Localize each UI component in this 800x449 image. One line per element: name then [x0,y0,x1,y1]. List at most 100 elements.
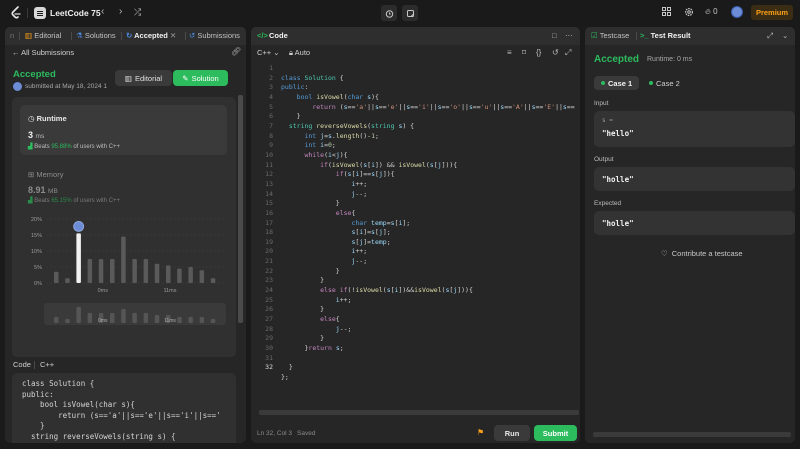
memory-label[interactable]: ⊞ Memory [28,170,63,179]
line-number: 10 [265,150,273,159]
tab-accepted[interactable]: ↻ Accepted ✕ [126,31,176,40]
next-problem-button[interactable]: › [119,6,122,17]
tab-solutions[interactable]: ⚗ Solutions [76,31,116,40]
line-number: 1 [269,64,273,72]
runtime-distribution-chart[interactable]: 20% 15% 10% 5% 0% 0ms 11ms 0ms 11ms [12,213,236,357]
line-number: 18 [265,228,273,237]
submission-status: Accepted [13,69,56,80]
timer-icon[interactable] [381,5,397,21]
snippet-line: string reverseVowels(string s) { [22,431,176,441]
chart-y-tick: 5% [34,265,42,271]
shuffle-icon[interactable]: ⤮ [134,7,141,18]
expand-icon[interactable]: ⤢ [565,48,571,58]
runtime-card[interactable]: ◷ Runtime 3 ms ▟ Beats 95.88% of users w… [20,105,227,155]
editor-toolbar: C++ ⌄ 🔒︎ Auto ≡ ⌑ {} ↺ ⤢ [251,45,580,61]
chart-overview-bar [143,313,149,323]
notes-icon[interactable] [402,5,418,21]
input-variable: s = [602,117,613,124]
line-number: 5 [269,102,273,111]
line-number: 29 [265,334,273,343]
result-runtime: Runtime: 0 ms [647,56,693,63]
auto-save-indicator[interactable]: 🔒︎ Auto [289,48,310,58]
terminal-icon: >_ [640,31,649,40]
right-panel-tabs: ☑ Testcase >_ Test Result ⤢ ⌄ [585,27,795,45]
top-bar: LeetCode 75 ‹ › ⤮ 🔥︎ 0 Premium [0,0,800,26]
right-panel-scrollbar[interactable] [593,432,791,437]
snippet-line: bool isVowel(char s){ [22,400,135,409]
chart-bar [110,259,115,283]
streak-counter[interactable]: 🔥︎ 0 [705,7,718,17]
bookmark-icon[interactable]: ⌑ [522,48,526,57]
tab-submissions[interactable]: ↺ Submissions [189,31,240,40]
maximize-icon[interactable]: □ [552,31,557,40]
expected-box: "holle" [594,211,795,235]
heart-icon: ♡ [661,249,668,258]
output-label: Output [594,156,614,163]
description-tab-truncated[interactable]: n [10,31,14,40]
runtime-beats: ▟ Beats 95.88% of users with C++ [28,144,121,150]
editorial-button[interactable]: ▥ Editorial [115,70,172,86]
braces-icon[interactable]: {} [536,48,541,57]
submitter-avatar [13,82,22,91]
line-number: 21 [265,257,273,266]
run-button[interactable]: Run [494,425,530,441]
submit-button[interactable]: Submit [534,425,577,441]
prev-problem-button[interactable]: ‹ [101,6,104,17]
leetcode-logo-icon[interactable] [9,6,23,20]
history-icon: ↻ [126,31,133,40]
chart-bar [65,278,70,283]
chart-bar [98,259,104,283]
fire-icon: 🔥︎ [705,7,711,16]
format-icon[interactable]: ≡ [507,48,512,57]
reset-icon[interactable]: ↺ [552,48,559,57]
line-numbers: 1 2 3 4 5 6 7 8 9 10 11 12 13 14 15 16 17 18 19 20 21 22 23 24 2… [251,64,273,373]
more-icon[interactable]: ⋯ [565,31,573,40]
line-number: 9 [269,141,273,150]
chart-y-tick: 0% [34,281,42,287]
chart-overview-x-tick: 0ms [98,318,108,324]
problem-list-icon[interactable] [34,7,46,19]
tab-test-result[interactable]: >_ Test Result [640,31,691,40]
left-panel-scrollbar[interactable] [238,95,243,323]
line-number: 8 [269,131,273,140]
my-submission-avatar [73,220,85,232]
tab-testcase[interactable]: ☑ Testcase [591,31,629,40]
all-submissions-link[interactable]: ← All Submissions [12,48,74,57]
debug-icon[interactable]: ⚑ [477,428,484,437]
submission-panel: n ▥ Editorial ⚗ Solutions ↻ Accepted ✕ ↺… [5,27,246,443]
solution-button[interactable]: ✎ Solution [173,70,228,86]
case-2-tab[interactable]: Case 2 [642,76,687,90]
chart-y-tick: 15% [31,233,42,239]
editor-code[interactable]: class Solution {public: bool isVowel(cha… [281,64,575,402]
code-editor-panel: </> Code □ ⋯ C++ ⌄ 🔒︎ Auto ≡ ⌑ {} ↺ ⤢ 12… [251,27,580,443]
close-tab-icon[interactable]: ✕ [170,31,176,40]
history-icon: ↺ [189,31,196,40]
expected-label: Expected [594,200,622,207]
book-icon: ▥ [25,31,33,40]
memory-beats: ▟ Beats 65.15% of users with C++ [28,198,121,204]
chart-overview-bar [177,317,182,323]
line-number: 12 [265,170,273,179]
chart-bar [199,270,205,283]
user-avatar[interactable] [731,6,743,18]
layout-grid-icon[interactable] [662,7,671,18]
contribute-testcase-link[interactable]: ♡ Contribute a testcase [661,249,743,258]
premium-button[interactable]: Premium [751,5,793,20]
line-number: 17 [265,218,273,227]
collapse-icon[interactable]: ⌄ [782,31,788,40]
settings-gear-icon[interactable] [684,7,694,19]
tab-editorial[interactable]: ▥ Editorial [25,31,61,40]
chart-bar [87,259,93,283]
line-number: 15 [265,199,273,208]
study-plan-title[interactable]: LeetCode 75 [50,8,101,18]
expand-icon[interactable]: ⤢ [767,31,773,41]
streak-count: 0 [713,7,718,16]
editor-horizontal-scrollbar[interactable] [259,410,579,415]
language-select[interactable]: C++ ⌄ [257,48,280,57]
case-1-tab[interactable]: Case 1 [594,76,640,90]
link-icon[interactable]: 🔗︎ [231,47,241,56]
chart-overview-bar [110,313,115,323]
chart-bar [54,271,59,283]
code-editor[interactable]: 1 2 3 4 5 6 7 8 9 10 11 12 13 14 15 16 17 18 19 20 21 22 23 24 2… [251,64,580,404]
line-number: 22 [265,266,273,275]
